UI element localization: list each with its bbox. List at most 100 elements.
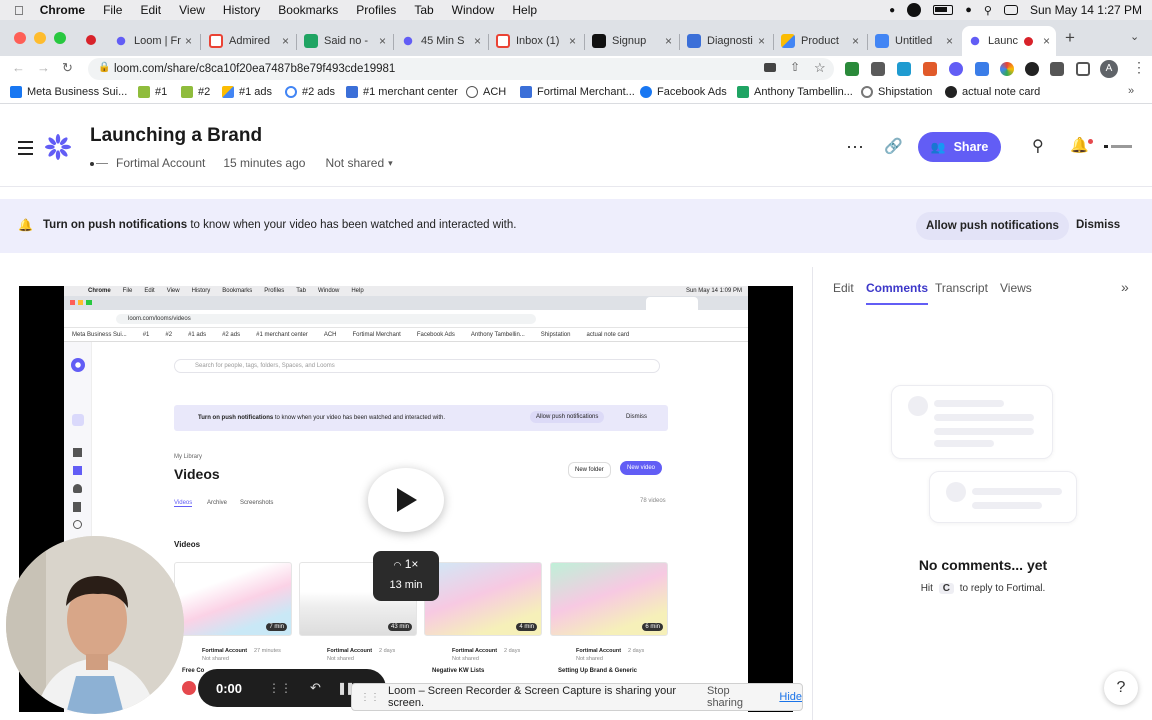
- more-icon[interactable]: ⋮: [1132, 59, 1146, 76]
- page-title[interactable]: Launching a Brand: [90, 125, 262, 147]
- bookmark-item[interactable]: Fortimal Merchant...: [520, 86, 635, 98]
- apple-icon[interactable]: : [14, 3, 24, 18]
- bell-icon[interactable]: 🔔: [1070, 136, 1089, 154]
- stop-sharing-button[interactable]: Stop sharing: [707, 685, 763, 709]
- extension-icon[interactable]: [1025, 62, 1039, 76]
- extension-icon[interactable]: [1000, 62, 1014, 76]
- bookmark-star-icon[interactable]: ☆: [814, 60, 826, 76]
- menu-file[interactable]: File: [103, 3, 122, 17]
- bookmark-item[interactable]: #1 ads: [222, 86, 272, 98]
- bookmark-item[interactable]: Meta Business Sui...: [10, 86, 127, 98]
- tab-9[interactable]: Untitled ×: [869, 26, 959, 56]
- bookmark-item[interactable]: Facebook Ads: [640, 86, 727, 98]
- tab-transcript[interactable]: Transcript: [935, 281, 988, 295]
- sidepanel-icon[interactable]: [1076, 62, 1090, 76]
- tab-comments[interactable]: Comments: [866, 281, 929, 305]
- tab-7[interactable]: Diagnosti ×: [681, 26, 771, 56]
- drag-handle-icon[interactable]: ⋮⋮: [268, 681, 292, 695]
- bookmark-item[interactable]: actual note card: [945, 86, 1040, 98]
- loom-logo-icon[interactable]: [44, 133, 72, 161]
- undo-icon[interactable]: ↶: [310, 680, 321, 696]
- puzzle-icon[interactable]: [1050, 62, 1064, 76]
- record-stop-button[interactable]: [182, 681, 196, 695]
- menu-app[interactable]: Chrome: [40, 3, 85, 17]
- menu-history[interactable]: History: [223, 3, 260, 17]
- forward-icon[interactable]: →: [37, 60, 50, 75]
- menu-window[interactable]: Window: [452, 3, 495, 17]
- chevron-down-icon[interactable]: ▾: [388, 158, 393, 169]
- zoom-window-button[interactable]: [54, 32, 66, 44]
- allow-notifications-button[interactable]: Allow push notifications: [916, 212, 1069, 240]
- tab-8[interactable]: Product ×: [775, 26, 865, 56]
- share-page-icon[interactable]: ⇧: [790, 60, 800, 74]
- back-icon[interactable]: ←: [12, 60, 25, 75]
- bookmark-item[interactable]: Shipstation: [861, 86, 932, 98]
- close-icon[interactable]: ×: [379, 34, 386, 48]
- tab-1[interactable]: Loom | Fr ×: [108, 26, 198, 56]
- menu-view[interactable]: View: [179, 3, 205, 17]
- tab-5[interactable]: Inbox (1) ×: [490, 26, 582, 56]
- more-options-icon[interactable]: ⋯: [846, 137, 864, 158]
- bookmark-item[interactable]: #2 ads: [285, 86, 335, 98]
- close-icon[interactable]: ×: [852, 34, 859, 48]
- tab-active[interactable]: Launc ×: [962, 26, 1056, 56]
- menu-tab[interactable]: Tab: [414, 3, 433, 17]
- extension-icon[interactable]: [897, 62, 911, 76]
- extension-icon[interactable]: [845, 62, 859, 76]
- dismiss-button[interactable]: Dismiss: [1076, 219, 1120, 231]
- bookmark-item[interactable]: Anthony Tambellin...: [737, 86, 853, 98]
- menu-help[interactable]: Help: [512, 3, 537, 17]
- menu-edit[interactable]: Edit: [140, 3, 161, 17]
- drag-handle-icon[interactable]: ⋮⋮: [360, 692, 380, 703]
- spotlight-icon[interactable]: ⚲: [984, 4, 992, 17]
- tab-edit[interactable]: Edit: [833, 281, 854, 295]
- camera-bubble[interactable]: [6, 536, 184, 714]
- address-bar[interactable]: 🔒 loom.com/share/c8ca10f20ea7487b8e79f49…: [88, 58, 834, 80]
- extension-icon[interactable]: [871, 62, 885, 76]
- more-bookmarks-icon[interactable]: »: [1128, 85, 1134, 97]
- extension-icon[interactable]: [923, 62, 937, 76]
- link-icon[interactable]: 🔗: [884, 137, 903, 155]
- close-icon[interactable]: ×: [946, 34, 953, 48]
- menu-icon[interactable]: [18, 141, 33, 159]
- minimize-window-button[interactable]: [34, 32, 46, 44]
- close-icon[interactable]: ×: [569, 34, 576, 48]
- bookmark-item[interactable]: ACH: [466, 86, 506, 98]
- clock-text[interactable]: Sun May 14 1:27 PM: [1030, 3, 1142, 17]
- close-icon[interactable]: ×: [185, 34, 192, 48]
- reload-icon[interactable]: ↻: [62, 60, 73, 76]
- bookmark-item[interactable]: #2: [181, 86, 210, 98]
- tab-views[interactable]: Views: [1000, 281, 1032, 295]
- bookmark-item[interactable]: #1 merchant center: [346, 86, 458, 98]
- sharing-status[interactable]: Not shared: [325, 156, 384, 170]
- extension-icon[interactable]: [949, 62, 963, 76]
- tab-search-icon[interactable]: ⌄: [1130, 30, 1139, 43]
- tab-3[interactable]: Said no - ×: [298, 26, 392, 56]
- search-icon[interactable]: ⚲: [1032, 136, 1044, 156]
- play-button[interactable]: [368, 468, 444, 532]
- speed-control[interactable]: ◠ 1× 13 min: [373, 551, 439, 601]
- battery-icon[interactable]: [933, 5, 954, 15]
- close-icon[interactable]: ×: [1043, 34, 1050, 48]
- control-center-icon[interactable]: [1003, 5, 1018, 15]
- camera-icon[interactable]: [764, 63, 776, 72]
- new-tab-icon[interactable]: +: [1065, 28, 1075, 48]
- tab-6[interactable]: Signup ×: [586, 26, 678, 56]
- tab-4[interactable]: 45 Min S ×: [395, 26, 487, 56]
- tab-2[interactable]: Admired ×: [203, 26, 295, 56]
- close-icon[interactable]: ×: [282, 34, 289, 48]
- microphone-icon[interactable]: ●: [889, 5, 895, 16]
- menu-profiles[interactable]: Profiles: [356, 3, 396, 17]
- close-window-button[interactable]: [14, 32, 26, 44]
- collapse-panel-icon[interactable]: »: [1121, 279, 1129, 295]
- menu-bookmarks[interactable]: Bookmarks: [278, 3, 338, 17]
- record-icon[interactable]: [907, 3, 922, 17]
- bookmark-item[interactable]: #1: [138, 86, 167, 98]
- help-button[interactable]: ?: [1104, 671, 1138, 705]
- avatar[interactable]: A: [1100, 60, 1118, 78]
- wifi-icon[interactable]: ●: [965, 4, 972, 16]
- owner-name[interactable]: Fortimal Account: [116, 156, 205, 170]
- close-icon[interactable]: ×: [758, 34, 765, 48]
- share-button[interactable]: 👥 Share: [918, 132, 1001, 162]
- close-icon[interactable]: ×: [665, 34, 672, 48]
